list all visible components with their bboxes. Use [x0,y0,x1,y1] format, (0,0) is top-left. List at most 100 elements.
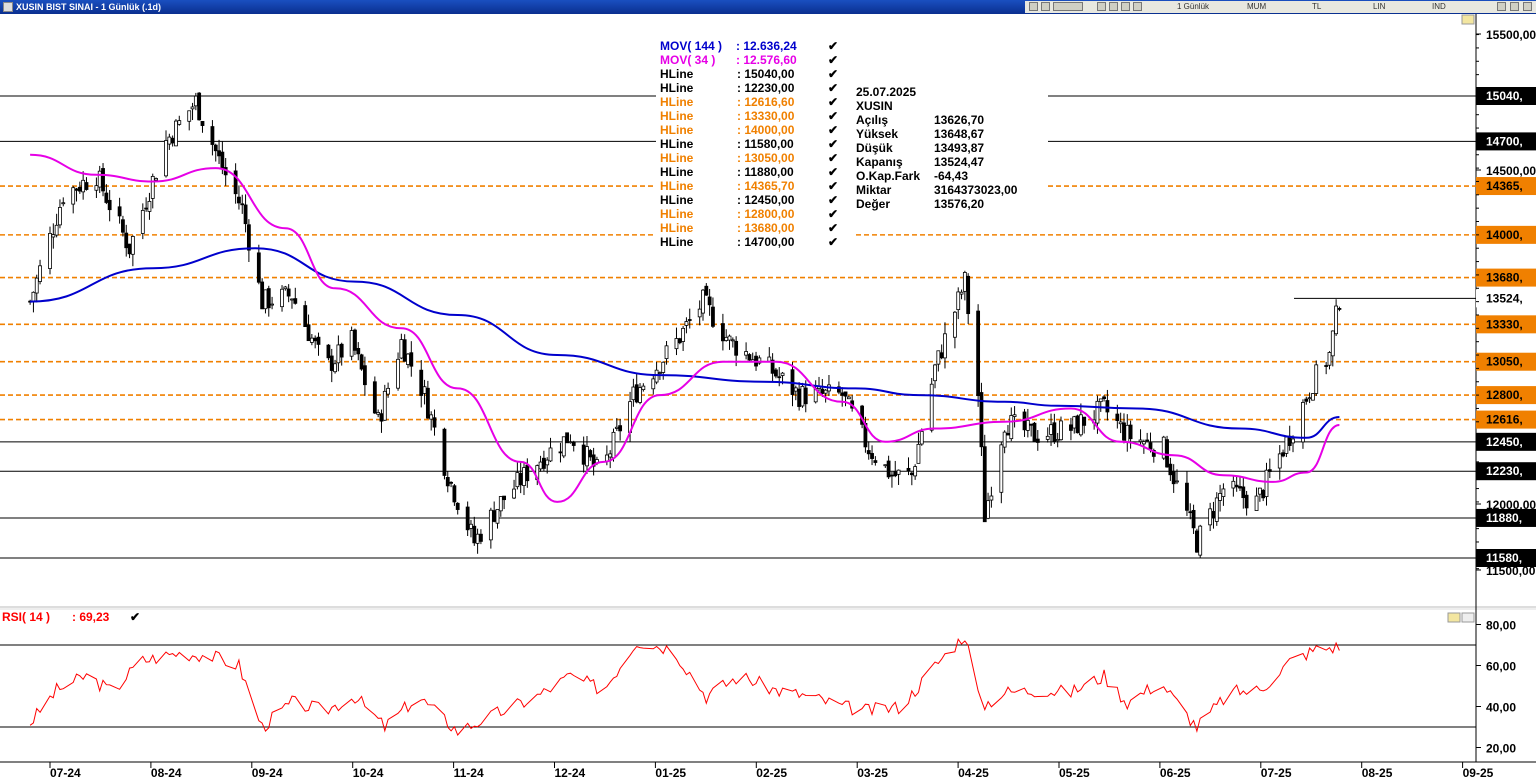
x-tick-label: 04-25 [958,766,989,779]
info-key: Değer [856,197,890,211]
candle-body [465,506,470,531]
candle-body [986,500,990,519]
candle-body [1128,424,1133,440]
candle-body [959,291,964,295]
legend-check-icon: ✔ [828,123,838,137]
price-tag: 11880, [1486,511,1522,525]
rsi-tick-label: 40,00 [1486,701,1516,715]
candle-body [77,186,82,192]
price-tag: 13050, [1486,355,1523,369]
candle-body [97,170,102,188]
candle-body [1012,414,1017,417]
candle-body [220,151,225,170]
candle-body [1095,400,1100,424]
candle-body [290,298,294,301]
candle-body [432,417,437,428]
candle-body [1254,495,1259,511]
candle-body [701,289,705,314]
legend-check-icon: ✔ [828,95,838,109]
candle-body [51,234,56,238]
candle-body [1231,480,1236,489]
legend-value: : 15040,00 [737,67,795,81]
candle-body [1029,423,1034,426]
candle-body [167,136,172,145]
candle-body [84,182,89,190]
info-value: 13576,20 [934,197,984,211]
candle-body [326,344,331,359]
price-chart[interactable]: 15040, 14700, 14365, 14000, 13680, 13330, 1305… [0,0,1536,779]
x-tick-label: 12-24 [555,766,586,779]
candle-body [356,347,361,355]
rsi-line [29,638,1340,736]
candle-body [1191,509,1196,529]
candle-body [107,199,112,211]
x-tick-label: 07-25 [1261,766,1292,779]
candle-body [909,472,914,476]
candle-body [48,233,52,269]
rsi-tick-label: 60,00 [1486,660,1516,674]
candle-body [956,291,961,311]
candle-body [929,383,934,431]
candle-body [379,413,384,422]
legend-label: MOV( 144 ) [660,39,722,53]
candle-body [233,170,238,195]
candle-body [452,485,457,503]
candle-body [1025,419,1030,431]
candle-body [608,453,613,458]
candle-body [429,414,434,420]
candle-body [101,168,105,192]
candle-body [1118,421,1123,425]
legend-check-icon: ✔ [828,221,838,235]
legend-value: : 12230,00 [737,81,795,95]
legend-value: : 14365,70 [737,179,795,193]
info-symbol: XUSIN [856,99,893,113]
candle-body [711,306,715,327]
candle-body [604,454,609,462]
candle-body [1069,424,1073,431]
candle-body [538,461,543,470]
candle-body [704,285,709,296]
legend-check-icon: ✔ [828,67,838,81]
candle-body [455,502,460,510]
candle-body [187,110,192,122]
candle-body [54,224,59,236]
legend-value: : 14700,00 [737,235,795,249]
candle-body [906,467,911,472]
legend-label: HLine [660,193,694,207]
candle-body [793,387,798,392]
candle-body [939,352,944,359]
candle-body [170,137,175,144]
candle-body [1311,393,1315,401]
x-tick-label: 06-25 [1160,766,1191,779]
x-tick-label: 08-25 [1362,766,1393,779]
candle-body [237,196,241,204]
x-tick-label: 10-24 [353,766,384,779]
candle-body [684,321,689,326]
candle-body [1218,492,1222,501]
candle-body [767,356,772,362]
legend-label: HLine [660,67,694,81]
x-tick-label: 08-24 [151,766,182,779]
candle-body [1125,424,1130,443]
candle-body [614,426,619,429]
candle-body [1291,438,1295,444]
price-tag: 12450, [1486,435,1523,449]
candle-body [1045,435,1050,440]
candle-body [681,327,686,342]
candle-body [1327,352,1332,366]
info-value: 13493,87 [934,141,984,155]
candle-body [641,385,646,391]
info-key: Açılış [856,113,888,127]
x-tick-label: 02-25 [756,766,787,779]
candle-body [256,252,261,283]
legend-check-icon: ✔ [828,193,838,207]
candle-body [913,466,918,477]
x-tick-label: 09-25 [1463,766,1494,779]
candle-body [339,343,344,358]
candle-body [1330,330,1335,357]
info-key: O.Kap.Fark [856,169,920,183]
candle-body [150,175,155,199]
candle-body [498,496,503,512]
candle-body [1055,438,1060,442]
candle-body [870,453,874,459]
